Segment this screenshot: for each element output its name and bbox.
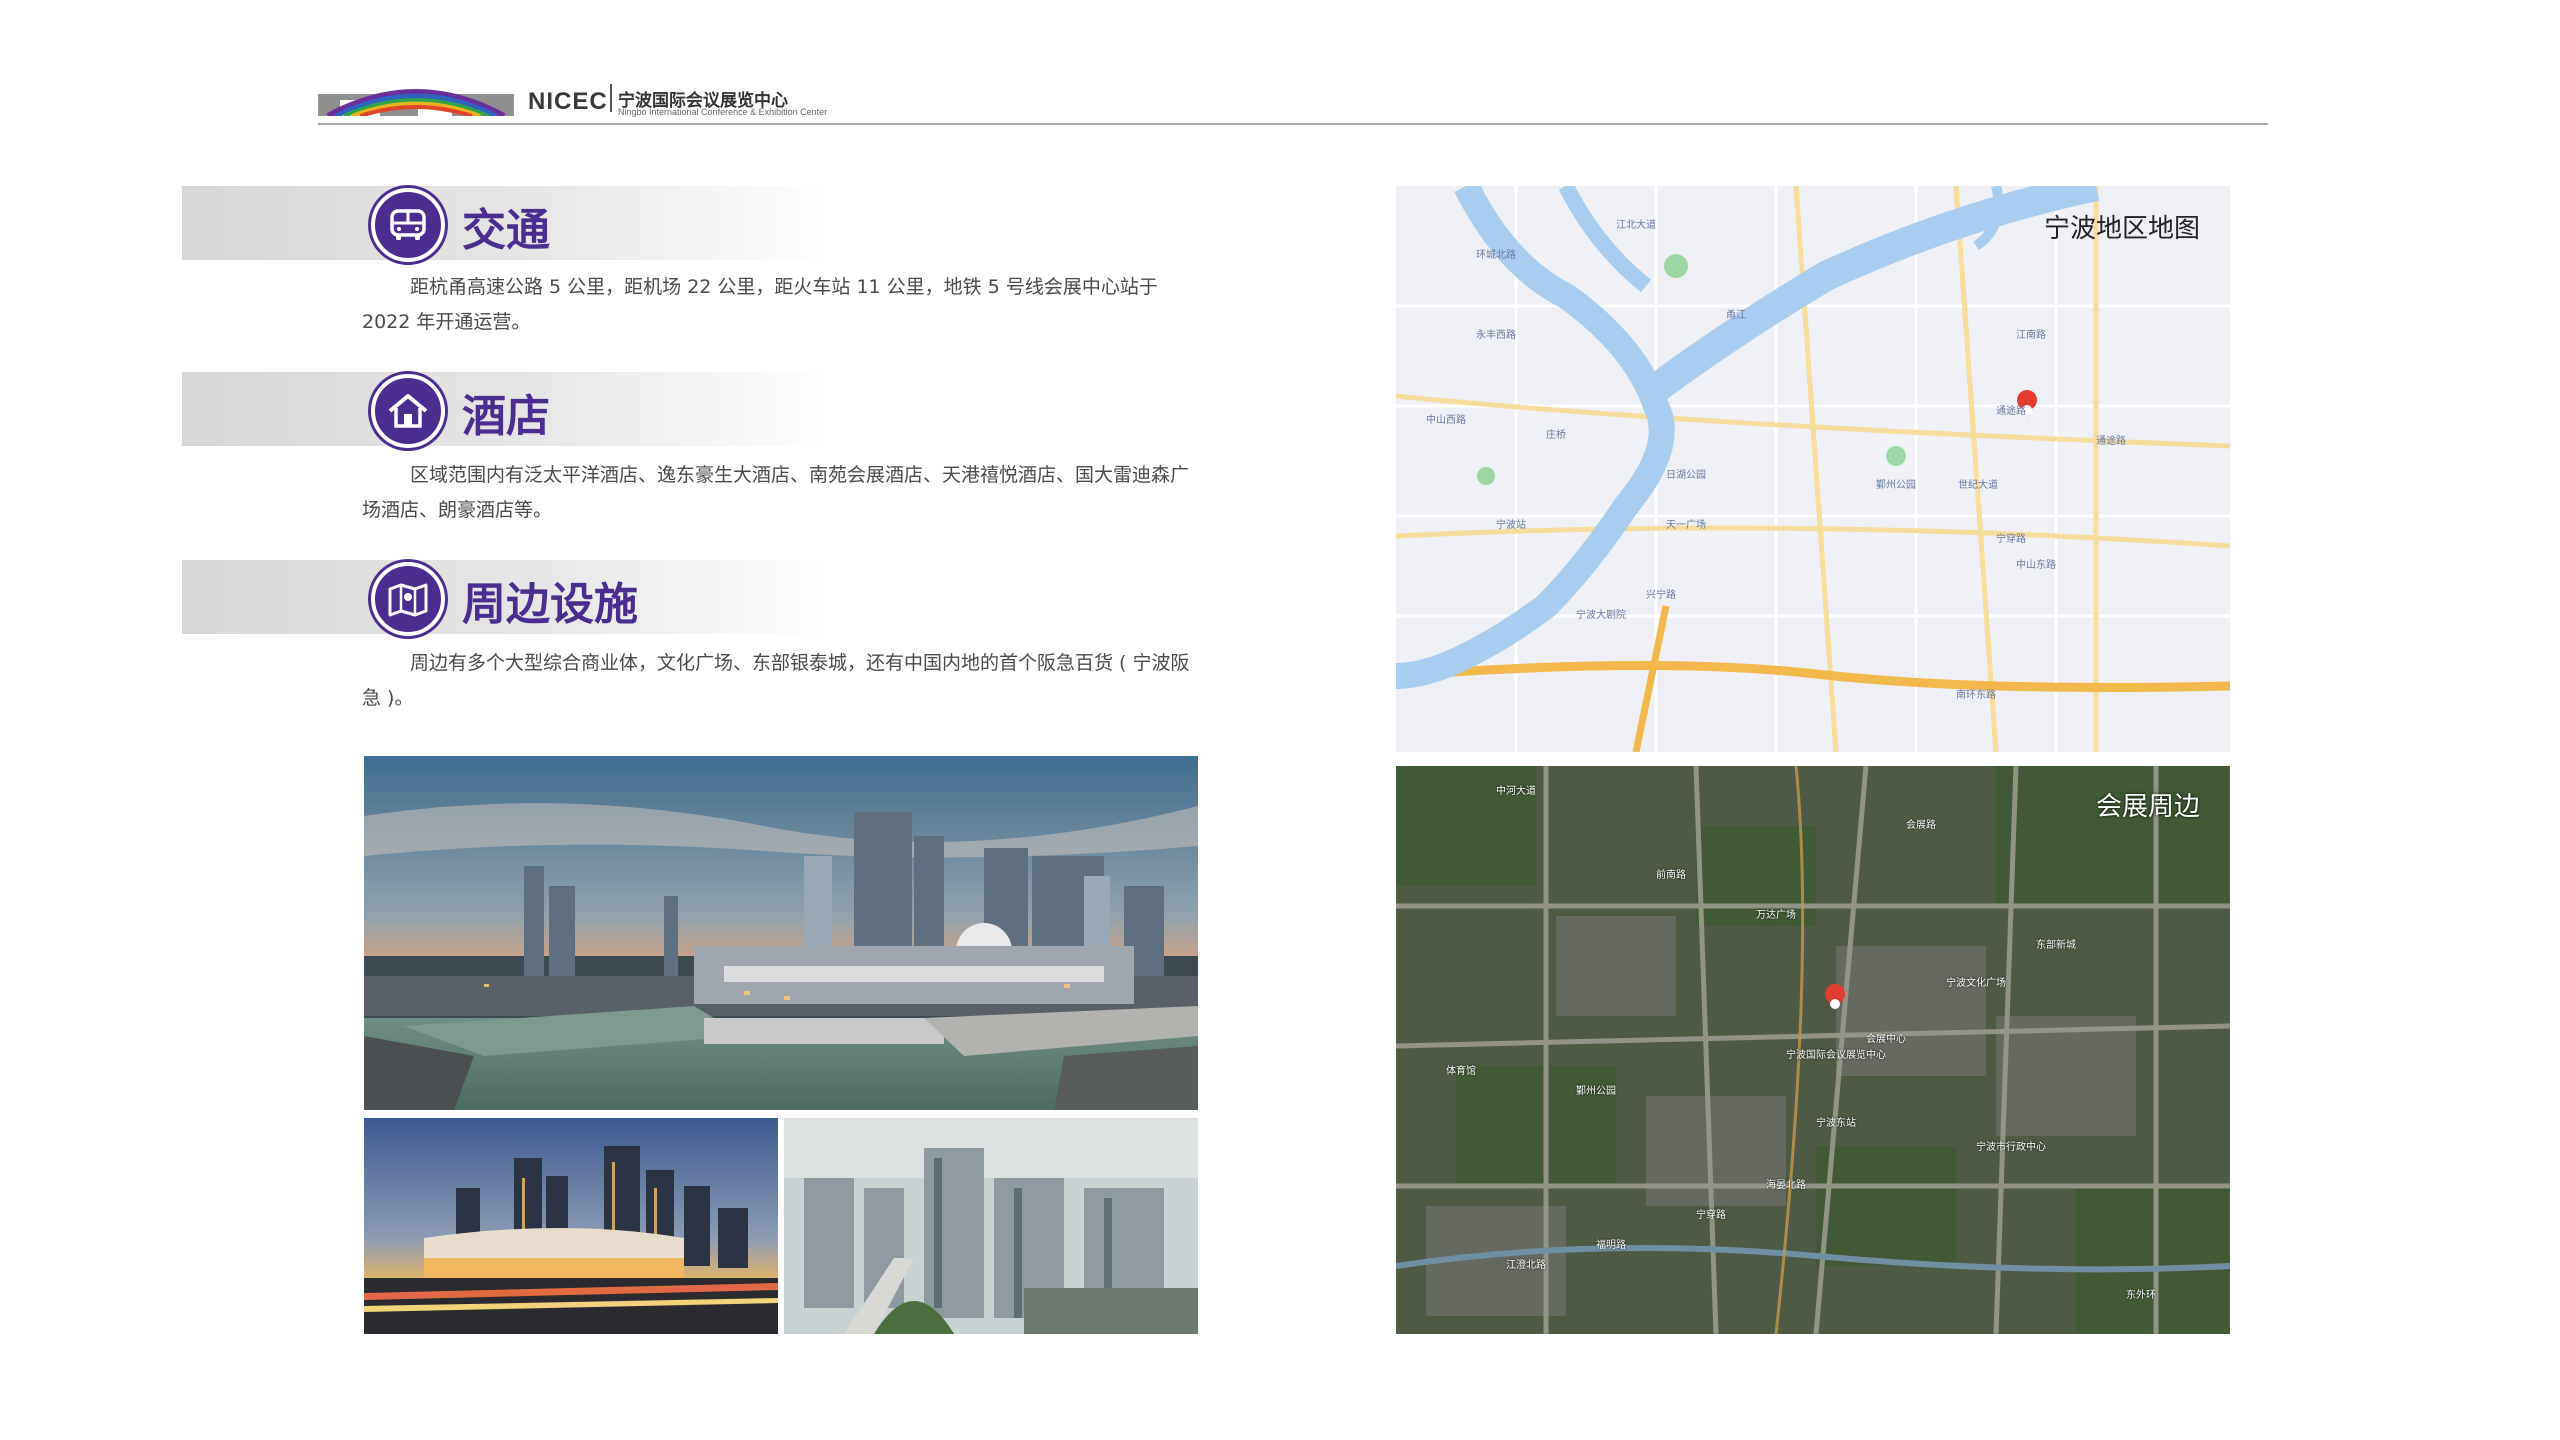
region-map-title: 宁波地区地图 bbox=[2043, 214, 2200, 244]
map-poi: 海晏北路 bbox=[1766, 1180, 1806, 1191]
section-title-transport: 交通 bbox=[462, 205, 550, 256]
map-poi: 江澄北路 bbox=[1506, 1260, 1546, 1271]
map-poi: 福明路 bbox=[1596, 1240, 1626, 1251]
map-poi: 通途路 bbox=[2096, 436, 2126, 447]
map-poi: 鄞州公园 bbox=[1876, 480, 1916, 491]
map-poi: 万达广场 bbox=[1756, 910, 1796, 921]
map-poi: 中山东路 bbox=[2016, 560, 2056, 571]
daytime-buildings-photo bbox=[784, 1118, 1198, 1334]
section-text-transport: 距杭甬高速公路 5 公里，距机场 22 公里，距火车站 11 公里，地铁 5 号… bbox=[362, 276, 1158, 333]
map-poi: 宁波站 bbox=[1496, 520, 1526, 531]
map-poi: 宁穿路 bbox=[1696, 1210, 1726, 1221]
logo-text: NICEC bbox=[528, 88, 608, 115]
map-poi: 中河大道 bbox=[1496, 786, 1536, 797]
map-poi: 鄞州公园 bbox=[1576, 1086, 1616, 1097]
bus-icon bbox=[371, 188, 445, 262]
map-poi: 南环东路 bbox=[1956, 690, 1996, 701]
map-poi: 江南路 bbox=[2016, 330, 2046, 341]
nearby-map-title: 会展周边 bbox=[2095, 792, 2200, 822]
section-title-facilities: 周边设施 bbox=[462, 579, 638, 630]
map-poi: 会展中心 bbox=[1866, 1034, 1906, 1045]
map-poi: 日湖公园 bbox=[1666, 470, 1706, 481]
section-text-hotel: 区域范围内有泛太平洋酒店、逸东豪生大酒店、南苑会展酒店、天港禧悦酒店、国大雷迪森… bbox=[362, 464, 1190, 521]
map-poi: 甬江 bbox=[1726, 310, 1746, 321]
map-poi: 东部新城 bbox=[2036, 940, 2076, 951]
map-poi: 环城北路 bbox=[1476, 250, 1516, 261]
map-icon bbox=[371, 562, 445, 636]
map-poi: 庄桥 bbox=[1546, 430, 1566, 441]
map-poi: 宁穿路 bbox=[1996, 534, 2026, 545]
map-poi: 江北大道 bbox=[1616, 220, 1656, 231]
map-poi: 永丰西路 bbox=[1476, 330, 1516, 341]
map-poi: 宁波国际会议展览中心 bbox=[1786, 1050, 1886, 1061]
map-poi: 世纪大道 bbox=[1958, 480, 1998, 491]
map-poi: 天一广场 bbox=[1666, 520, 1706, 531]
map-poi: 宁波大剧院 bbox=[1576, 610, 1626, 621]
ningbo-region-map[interactable]: 环城北路 江北大道 甬江 庄桥 永丰西路 中山西路 中山东路 宁穿路 兴宁路 南… bbox=[1396, 186, 2230, 752]
nearby-satellite-map[interactable]: 中河大道 前南路 宁波国际会议展览中心 会展中心 鄞州公园 宁波东站 体育馆 东… bbox=[1396, 766, 2230, 1334]
map-poi: 宁波文化广场 bbox=[1946, 978, 2006, 989]
map-poi: 东外环 bbox=[2126, 1290, 2156, 1301]
map-poi: 兴宁路 bbox=[1646, 590, 1676, 601]
header-divider bbox=[318, 123, 2268, 125]
map-poi: 前南路 bbox=[1656, 870, 1686, 881]
map-poi: 中山西路 bbox=[1426, 415, 1466, 426]
map-poi: 宁波市行政中心 bbox=[1976, 1142, 2046, 1153]
section-title-hotel: 酒店 bbox=[462, 391, 550, 442]
map-poi: 宁波东站 bbox=[1816, 1118, 1856, 1129]
aerial-city-photo bbox=[364, 756, 1198, 1110]
map-poi: 通途路 bbox=[1996, 406, 2026, 417]
map-poi: 体育馆 bbox=[1446, 1066, 1476, 1077]
logo-english-name: Ningbo International Conference & Exhibi… bbox=[618, 107, 828, 117]
section-text-facilities: 周边有多个大型综合商业体，文化广场、东部银泰城，还有中国内地的首个阪急百货 ( … bbox=[362, 652, 1190, 709]
nicec-logo: NICEC 宁波国际会议展览中心 Ningbo International Co… bbox=[318, 80, 838, 120]
house-icon bbox=[371, 374, 445, 448]
rainbow-arc-logo-icon bbox=[318, 89, 514, 116]
night-exhibition-center-photo bbox=[364, 1118, 778, 1334]
map-poi: 会展路 bbox=[1906, 820, 1936, 831]
logo-divider bbox=[610, 84, 612, 112]
